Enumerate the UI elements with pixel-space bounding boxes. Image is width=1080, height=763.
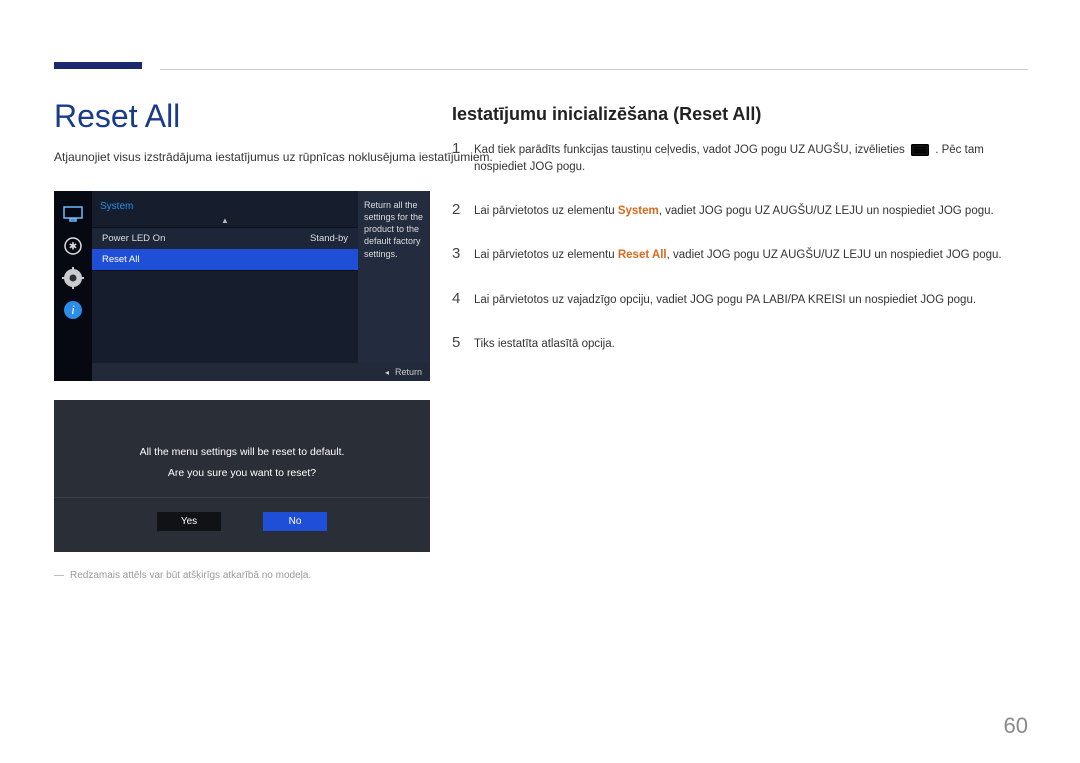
footnote-dash: ― <box>54 570 64 581</box>
gear-icon <box>62 269 84 287</box>
osd-description: Return all the settings for the product … <box>358 191 430 381</box>
confirm-line-1: All the menu settings will be reset to d… <box>74 442 410 463</box>
osd-row-reset-all: Reset All <box>92 249 358 270</box>
step-5: 5 Tiks iestatīta atlasītā opcija. <box>452 332 1028 355</box>
step-number: 2 <box>452 199 474 222</box>
header-divider-line <box>160 69 1028 70</box>
step-post: , vadiet JOG pogu UZ AUGŠU/UZ LEJU un no… <box>667 249 1002 261</box>
step-number: 1 <box>452 138 474 161</box>
info-icon: i <box>62 301 84 319</box>
step-number: 4 <box>452 288 474 311</box>
step-number: 5 <box>452 332 474 355</box>
osd-main-panel: System ▲ Power LED On Stand-by Reset All <box>92 191 358 381</box>
osd-row-power-led: Power LED On Stand-by <box>92 228 358 249</box>
menu-icon <box>911 144 929 156</box>
step-highlight: System <box>618 205 659 217</box>
section-heading: Iestatījumu inicializēšana (Reset All) <box>452 104 761 125</box>
step-text: Lai pārvietotos uz elementu Reset All, v… <box>474 247 1002 264</box>
step-text: Lai pārvietotos uz vajadzīgo opciju, vad… <box>474 292 976 309</box>
step-text: Tiks iestatīta atlasītā opcija. <box>474 336 615 353</box>
chevron-up-icon: ▲ <box>92 216 358 225</box>
osd-row-label: Reset All <box>102 254 140 265</box>
osd-confirm-dialog: All the menu settings will be reset to d… <box>54 400 430 552</box>
step-pre: Kad tiek parādīts funkcijas taustiņu ceļ… <box>474 144 905 156</box>
confirm-button-row: Yes No <box>54 498 430 531</box>
step-1: 1 Kad tiek parādīts funkcijas taustiņu c… <box>452 138 1028 177</box>
svg-text:i: i <box>71 302 75 317</box>
step-post: , vadiet JOG pogu UZ AUGŠU/UZ LEJU un no… <box>659 205 994 217</box>
circle-star-icon: ✱ <box>62 237 84 255</box>
page-title: Reset All <box>54 98 180 135</box>
step-pre: Lai pārvietotos uz elementu <box>474 249 618 261</box>
steps-list: 1 Kad tiek parādīts funkcijas taustiņu c… <box>452 138 1028 377</box>
footnote: ― Redzamais attēls var būt atšķirīgs atk… <box>54 570 311 581</box>
step-4: 4 Lai pārvietotos uz vajadzīgo opciju, v… <box>452 288 1028 311</box>
step-3: 3 Lai pārvietotos uz elementu Reset All,… <box>452 243 1028 266</box>
step-number: 3 <box>452 243 474 266</box>
return-label: Return <box>395 367 422 377</box>
step-highlight: Reset All <box>618 249 667 261</box>
osd-row-label: Power LED On <box>102 233 165 244</box>
intro-text: Atjaunojiet visus izstrādājuma iestatīju… <box>54 150 493 164</box>
page-number: 60 <box>1004 713 1028 739</box>
osd-row-value: Stand-by <box>310 233 348 244</box>
step-text: Kad tiek parādīts funkcijas taustiņu ceļ… <box>474 142 1028 177</box>
osd-sidebar: ✱ i <box>54 191 92 381</box>
header-accent-bar <box>54 62 142 69</box>
osd-menu-screenshot: ✱ i System ▲ Power LED On Stand-by Reset… <box>54 191 430 381</box>
osd-footer: ◂ Return <box>92 363 430 381</box>
monitor-icon <box>62 205 84 223</box>
footnote-text: Redzamais attēls var būt atšķirīgs atkar… <box>70 570 311 581</box>
step-pre: Lai pārvietotos uz elementu <box>474 205 618 217</box>
yes-button[interactable]: Yes <box>157 512 221 531</box>
no-button[interactable]: No <box>263 512 327 531</box>
svg-text:✱: ✱ <box>69 242 77 253</box>
confirm-line-2: Are you sure you want to reset? <box>74 463 410 484</box>
step-2: 2 Lai pārvietotos uz elementu System, va… <box>452 199 1028 222</box>
step-text: Lai pārvietotos uz elementu System, vadi… <box>474 203 994 220</box>
osd-menu: Power LED On Stand-by Reset All <box>92 227 358 271</box>
confirm-message: All the menu settings will be reset to d… <box>54 400 430 498</box>
back-triangle-icon: ◂ <box>385 368 389 377</box>
